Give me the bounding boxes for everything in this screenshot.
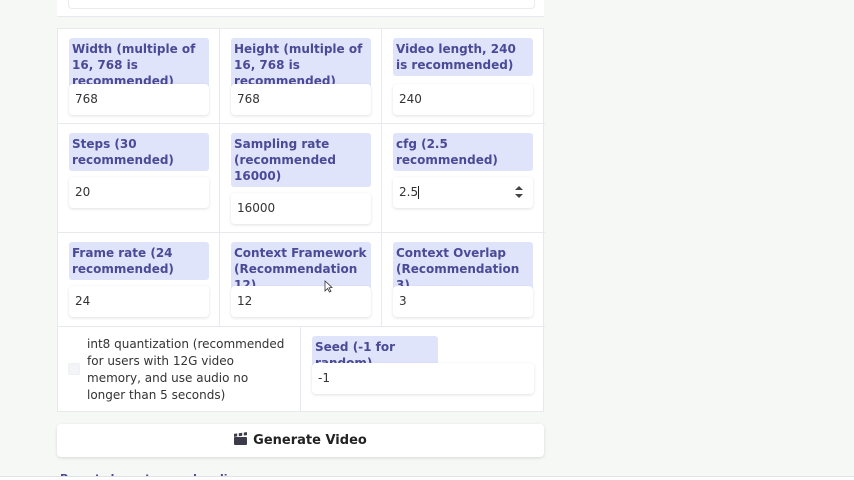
cfg-value: 2.5 xyxy=(399,185,419,199)
generate-video-button[interactable]: Generate Video xyxy=(57,424,544,457)
video-length-input[interactable]: 240 xyxy=(393,84,533,115)
params-row-1: Width (multiple of 16, 768 is recommende… xyxy=(58,29,545,124)
frame-rate-input[interactable]: 24 xyxy=(69,286,209,317)
cfg-input[interactable]: 2.5 xyxy=(393,177,533,208)
params-row-2: Steps (30 recommended) 20 Sampling rate … xyxy=(58,124,545,233)
previous-section-card xyxy=(57,0,544,17)
sampling-rate-cell: Sampling rate (recommended 16000) 16000 xyxy=(220,124,382,232)
generate-video-label: Generate Video xyxy=(253,433,367,448)
context-framework-cell: Context Framework (Recommendation 12) 12 xyxy=(220,233,382,326)
seed-input[interactable]: -1 xyxy=(312,363,534,394)
context-overlap-cell: Context Overlap (Recommendation 3) 3 xyxy=(382,233,545,326)
parameters-panel: Width (multiple of 16, 768 is recommende… xyxy=(57,28,545,412)
cfg-label: cfg (2.5 recommended) xyxy=(393,133,533,171)
previous-input-edge xyxy=(68,0,535,9)
cfg-cell: cfg (2.5 recommended) 2.5 xyxy=(382,124,545,232)
video-length-cell: Video length, 240 is recommended) 240 xyxy=(382,29,545,123)
video-length-label: Video length, 240 is recommended) xyxy=(393,38,533,76)
number-spinner-icon[interactable] xyxy=(515,186,523,198)
params-row-4: int8 quantization (recommended for users… xyxy=(58,327,545,411)
bottom-divider xyxy=(0,476,854,480)
sampling-rate-input[interactable]: 16000 xyxy=(231,193,371,224)
int8-checkbox[interactable] xyxy=(68,363,80,375)
frame-rate-cell: Frame rate (24 recommended) 24 xyxy=(58,233,220,326)
context-overlap-input[interactable]: 3 xyxy=(393,286,533,317)
params-row-3: Frame rate (24 recommended) 24 Context F… xyxy=(58,233,545,327)
text-caret xyxy=(418,186,420,199)
context-framework-input[interactable]: 12 xyxy=(231,286,371,317)
steps-label: Steps (30 recommended) xyxy=(69,133,209,171)
clapper-board-icon xyxy=(234,432,248,445)
steps-cell: Steps (30 recommended) 20 xyxy=(58,124,220,232)
width-cell: Width (multiple of 16, 768 is recommende… xyxy=(58,29,220,123)
int8-label[interactable]: int8 quantization (recommended for users… xyxy=(87,336,287,404)
frame-rate-label: Frame rate (24 recommended) xyxy=(69,242,209,280)
sampling-rate-label: Sampling rate (recommended 16000) xyxy=(231,133,371,187)
steps-input[interactable]: 20 xyxy=(69,177,209,208)
height-cell: Height (multiple of 16, 768 is recommend… xyxy=(220,29,382,123)
int8-cell: int8 quantization (recommended for users… xyxy=(58,327,301,411)
width-input[interactable]: 768 xyxy=(69,84,209,115)
seed-cell: Seed (-1 for random) -1 xyxy=(301,327,545,411)
height-input[interactable]: 768 xyxy=(231,84,371,115)
